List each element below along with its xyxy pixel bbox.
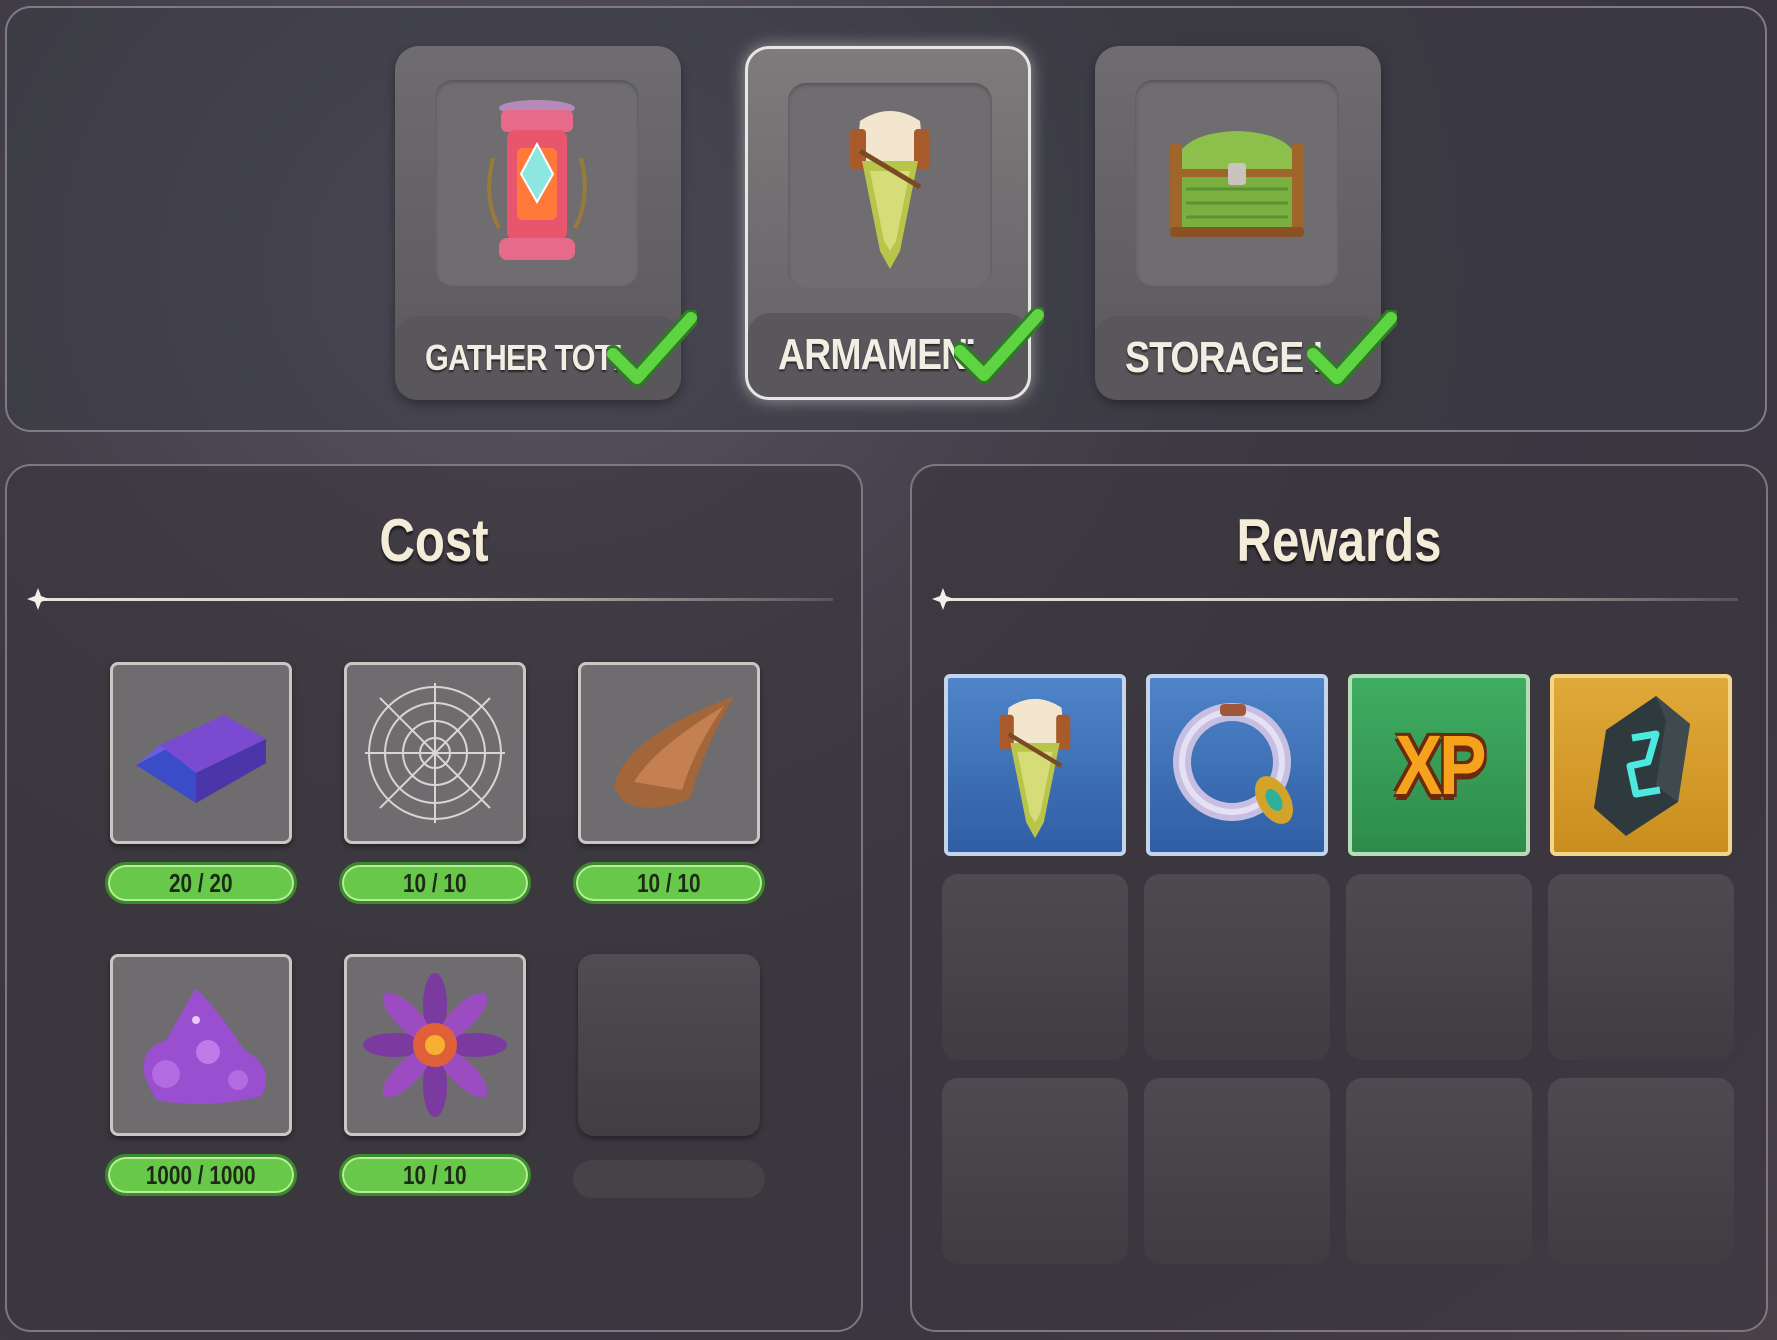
reward-item-slot[interactable] [944,674,1126,856]
cost-count: 1000 / 1000 [146,1159,256,1190]
completed-check-icon [607,310,697,387]
empty-reward-slot [1548,1078,1734,1264]
armament-icon [788,83,992,289]
cost-count-pill: 10 / 10 [573,862,765,904]
purple-flower-icon [363,973,507,1117]
cost-item-slot[interactable] [344,662,526,844]
cost-count-pill: 20 / 20 [105,862,297,904]
ring-icon [1173,703,1293,824]
empty-reward-slot [942,874,1128,1060]
cost-count-pill: 1000 / 1000 [105,1154,297,1196]
building-label: ARMAMENT II [778,330,974,379]
empty-reward-slot [1144,874,1330,1060]
cost-panel: Cost 20 / 20 10 / 10 10 / 10 1000 / 1000… [5,464,863,1332]
rune-stone-icon [1594,696,1690,836]
reward-item-slot[interactable]: XP [1348,674,1530,856]
empty-reward-slot [1346,874,1532,1060]
divider-star-icon [27,588,49,610]
building-selector-panel: GATHER TOTEM II ARMAMENT II [5,6,1767,432]
armament-icon [999,698,1071,839]
completed-check-icon [954,307,1044,384]
completed-check-icon [1307,310,1397,387]
empty-reward-slot [942,1078,1128,1264]
empty-reward-slot [1346,1078,1532,1264]
cost-count: 20 / 20 [169,867,233,898]
building-label: GATHER TOTEM II [425,337,621,378]
building-card-gather-totem[interactable]: GATHER TOTEM II [395,46,697,400]
empty-count-pill [573,1160,765,1198]
cost-title: Cost [379,507,489,574]
building-card-storage[interactable]: STORAGE II [1095,46,1397,400]
divider [932,588,1738,610]
reward-item-slot[interactable] [1146,674,1328,856]
rewards-title: Rewards [1236,507,1442,574]
purple-crystal-ore-icon [143,988,267,1105]
cost-item-slot[interactable] [110,662,292,844]
building-label: STORAGE II [1125,333,1321,382]
cost-item-slot[interactable] [344,954,526,1136]
rewards-panel: Rewards XP [910,464,1768,1332]
metal-ingot-icon [136,715,266,803]
empty-cost-slot [578,954,760,1136]
divider [27,588,833,610]
horn-icon [614,696,734,808]
empty-reward-slot [1548,874,1734,1060]
cost-count: 10 / 10 [403,1159,467,1190]
storage-chest-icon [1135,80,1339,286]
spider-web-icon [365,683,505,823]
divider-star-icon [932,588,954,610]
cost-count-pill: 10 / 10 [339,862,531,904]
cost-count: 10 / 10 [403,867,467,898]
gather-totem-icon [435,80,639,286]
cost-item-slot[interactable] [110,954,292,1136]
building-card-armament[interactable]: ARMAMENT II [745,46,1044,400]
empty-reward-slot [1144,1078,1330,1264]
xp-icon: XP [1394,717,1487,812]
cost-count-pill: 10 / 10 [339,1154,531,1196]
cost-item-slot[interactable] [578,662,760,844]
reward-item-slot[interactable] [1550,674,1732,856]
cost-count: 10 / 10 [637,867,701,898]
